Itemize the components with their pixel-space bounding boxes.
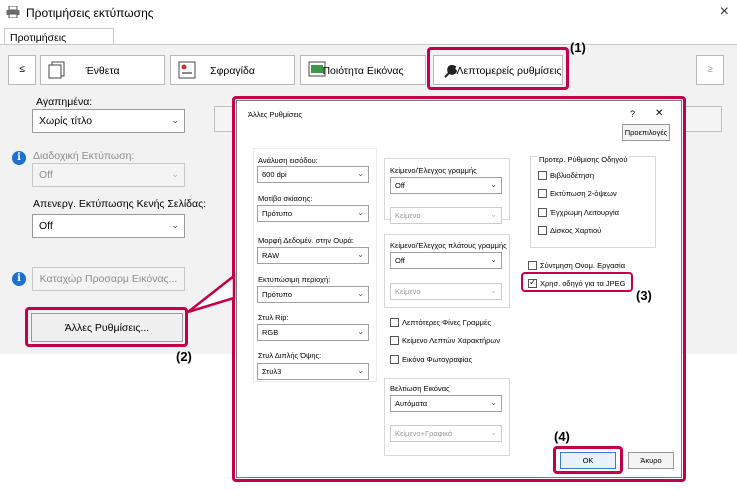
printable-area-select[interactable]: Πρότυπο ⌄ bbox=[257, 286, 369, 303]
checkbox-box[interactable] bbox=[528, 261, 537, 270]
nav-next-button[interactable]: ≥ bbox=[696, 55, 724, 85]
defaults-button[interactable]: Προεπιλογές bbox=[622, 124, 670, 141]
blank-page-select[interactable]: Off ⌄ bbox=[32, 214, 185, 238]
rip-style-select[interactable]: RGB ⌄ bbox=[257, 324, 369, 341]
nav-prev-button[interactable]: ≤ bbox=[8, 55, 36, 85]
chevron-down-icon: ⌄ bbox=[357, 208, 364, 217]
callout-label-1: (1) bbox=[570, 40, 586, 55]
input-resolution-label: Ανάλυση εισόδου: bbox=[258, 156, 318, 165]
driver-priority-title: Προτερ. Ρύθμισης Οδηγού bbox=[537, 155, 630, 164]
close-dialog-button[interactable]: ✕ bbox=[655, 108, 663, 119]
tandem-select[interactable]: Off ⌄ bbox=[32, 163, 185, 187]
callout-label-2: (2) bbox=[176, 349, 192, 364]
favorites-select[interactable]: Χωρίς τίτλο ⌄ bbox=[32, 109, 185, 133]
chevron-down-icon: ⌄ bbox=[357, 327, 364, 336]
info-icon: i bbox=[12, 151, 26, 165]
checkbox-box[interactable] bbox=[538, 226, 547, 235]
chevron-down-icon: ⌄ bbox=[171, 115, 179, 125]
checkbox-photo-image[interactable]: Εικόνα Φωτογραφίας bbox=[390, 355, 472, 364]
text-line-subselect[interactable]: Κείμενο ⌄ bbox=[390, 207, 502, 224]
callout-label-3: (3) bbox=[636, 288, 652, 303]
blank-page-label: Απενεργ. Εκτύπωσης Κενής Σελίδας: bbox=[33, 198, 207, 210]
rip-style-label: Στυλ Rip: bbox=[258, 313, 289, 322]
input-resolution-select[interactable]: 600 dpi ⌄ bbox=[257, 166, 369, 183]
callout-box-1 bbox=[427, 47, 569, 90]
printable-area-label: Εκτυπώσιμη περιοχή: bbox=[258, 275, 331, 284]
text-line-width-label: Κείμενο/Έλεγχος πλάτους γραμμής bbox=[390, 241, 507, 250]
dialog-title: Άλλες Ρυθμίσεις bbox=[248, 110, 303, 119]
checkbox-paper-tray[interactable]: Δίσκος Χαρτιού bbox=[538, 226, 601, 235]
group-col1 bbox=[253, 148, 377, 382]
chevron-down-icon: ⌄ bbox=[171, 220, 179, 230]
pattern-select[interactable]: Πρότυπο ⌄ bbox=[257, 205, 369, 222]
chevron-down-icon: ⌄ bbox=[357, 169, 364, 178]
tab-image-quality[interactable]: Ποιότητα Εικόνας bbox=[300, 55, 426, 85]
title-bar: Προτιμήσεις εκτύπωσης × bbox=[0, 0, 737, 26]
info-icon: i bbox=[12, 272, 26, 286]
checkbox-binding[interactable]: Βιβλιοδέτηση bbox=[538, 171, 594, 180]
checkbox-box[interactable] bbox=[390, 355, 399, 364]
duplex-style-select[interactable]: Στυλ3 ⌄ bbox=[257, 363, 369, 380]
chevron-down-icon: ⌄ bbox=[490, 286, 497, 295]
text-line-width-subselect[interactable]: Κείμενο ⌄ bbox=[390, 283, 502, 300]
checkbox-box[interactable] bbox=[538, 171, 547, 180]
image-enhance-select[interactable]: Αυτόματα ⌄ bbox=[390, 395, 502, 412]
checkbox-thin-lines[interactable]: Λεπτότερες Φίνες Γραμμές bbox=[390, 318, 491, 327]
printer-icon bbox=[6, 6, 20, 18]
chevron-down-icon: ⌄ bbox=[490, 255, 497, 264]
cancel-button[interactable]: Άκυρο bbox=[628, 452, 674, 469]
image-enhance-subselect[interactable]: Κείμενο+Γραφικά ⌄ bbox=[390, 425, 502, 442]
callout-box-4 bbox=[553, 446, 623, 474]
checkbox-color-mode[interactable]: Έγχρωμη Λειτουργία bbox=[538, 208, 619, 217]
checkbox-box[interactable] bbox=[390, 336, 399, 345]
callout-box-2 bbox=[25, 307, 188, 347]
image-enhance-label: Βελτίωση Εικόνας bbox=[390, 384, 450, 393]
chevron-down-icon: ⌄ bbox=[490, 428, 497, 437]
spool-format-label: Μορφή Δεδομέν. στην Ουρά: bbox=[258, 236, 354, 245]
callout-box-3 bbox=[521, 272, 633, 292]
pattern-label: Μοτίβο σκίασης: bbox=[258, 194, 313, 203]
chevron-down-icon: ⌄ bbox=[490, 398, 497, 407]
custom-image-button[interactable]: Καταχώρ Προσαρμ Εικόνας... bbox=[32, 267, 185, 291]
tandem-label: Διαδοχική Εκτύπωση: bbox=[33, 150, 135, 162]
hidden-button-stub bbox=[214, 106, 234, 132]
checkbox-job-name[interactable]: Σύντμηση Ονομ. Εργασία bbox=[528, 261, 625, 270]
favorites-label: Αγαπημένα: bbox=[36, 96, 93, 108]
chevron-down-icon: ⌄ bbox=[357, 366, 364, 375]
checkbox-box[interactable] bbox=[538, 208, 547, 217]
text-line-select[interactable]: Off ⌄ bbox=[390, 177, 502, 194]
hidden-button-stub-right bbox=[684, 106, 722, 132]
checkbox-box[interactable] bbox=[538, 189, 547, 198]
window-title: Προτιμήσεις εκτύπωσης bbox=[26, 6, 154, 20]
callout-label-4: (4) bbox=[554, 429, 570, 444]
chevron-down-icon: ⌄ bbox=[357, 250, 364, 259]
chevron-down-icon: ⌄ bbox=[490, 210, 497, 219]
chevron-down-icon: ⌄ bbox=[490, 180, 497, 189]
checkbox-duplex[interactable]: Εκτύπωση 2-όψεων bbox=[538, 189, 617, 198]
tab-inserts[interactable]: Ένθετα bbox=[40, 55, 165, 85]
chevron-down-icon: ⌄ bbox=[171, 169, 179, 179]
chevron-down-icon: ⌄ bbox=[357, 289, 364, 298]
tab-print-preferences[interactable]: Προτιμήσεις Εκτύπωσης bbox=[4, 28, 114, 56]
text-line-label: Κείμενο/Έλεγχος γραμμής bbox=[390, 166, 477, 175]
checkbox-box[interactable] bbox=[390, 318, 399, 327]
checkbox-thin-text[interactable]: Κείμενο Λεπτών Χαρακτήρων bbox=[390, 336, 500, 345]
help-button[interactable]: ? bbox=[630, 109, 635, 119]
duplex-style-label: Στυλ Διπλής Όψης: bbox=[258, 351, 322, 360]
spool-format-select[interactable]: RAW ⌄ bbox=[257, 247, 369, 264]
close-window-button[interactable]: × bbox=[720, 3, 729, 21]
tab-stamp[interactable]: Σφραγίδα bbox=[170, 55, 295, 85]
text-line-width-select[interactable]: Off ⌄ bbox=[390, 252, 502, 269]
